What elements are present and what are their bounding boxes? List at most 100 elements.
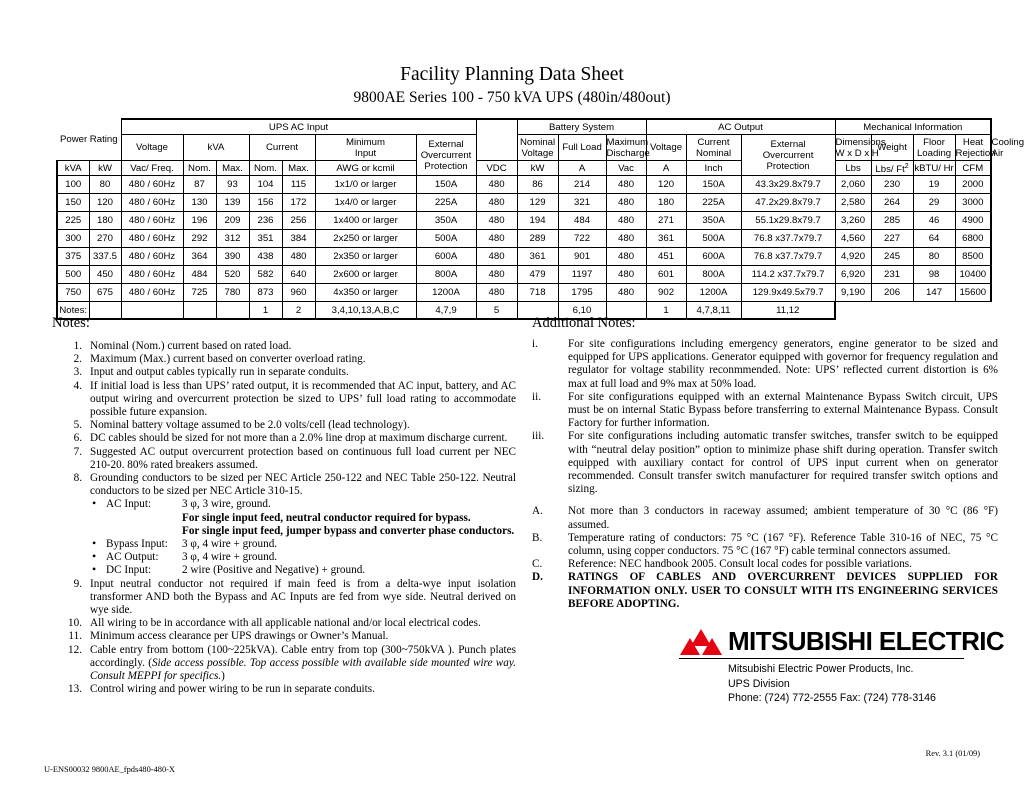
cell-kva-max: 312: [215, 229, 250, 249]
notes-row-kva-max: [215, 301, 250, 321]
assumption-text: Temperature rating of conductors: 75 °C …: [568, 531, 998, 558]
logo-wordmark: MITSUBISHI ELECTRIC: [728, 626, 1005, 656]
cell-ext-oc-out: 150A: [685, 175, 742, 195]
subheader-voltage-out: Voltage: [645, 134, 687, 161]
subheader-current-nominal: Current Nominal: [685, 134, 742, 161]
note-marker: 1.: [73, 340, 82, 352]
note-text: Input neutral conductor not required if …: [90, 577, 516, 617]
cell-cfm: 3000: [954, 193, 993, 213]
table-notes-row: Notes: 1 2 3,4,10,13,A,B,C 4,7,9 5 6,10 …: [56, 301, 991, 321]
header-ext-oc-in: [475, 118, 518, 161]
cell-bat-kw: 361: [516, 247, 559, 267]
note-item: 10. All wiring to be in accordance with a…: [52, 617, 516, 630]
assumption-marker: A.: [532, 505, 543, 518]
cell-bat-kw: 289: [516, 229, 559, 249]
cell-kva-max: 390: [215, 247, 250, 267]
cell-bat-a: 1795: [557, 283, 607, 303]
cell-kw: 450: [88, 265, 122, 285]
cell-out-a: 361: [645, 229, 687, 249]
bullet-value: 2 wire (Positive and Negative) + ground.: [182, 564, 366, 577]
unit-awg: AWG or kcmil: [314, 159, 417, 177]
note-item: 6. DC cables should be sized for not more…: [52, 432, 516, 445]
cell-awg: 1x400 or larger: [314, 211, 417, 231]
note-text: Nominal battery voltage assumed to be 2.…: [90, 419, 410, 432]
unit-bat-a: A: [557, 159, 607, 177]
cell-kva: 225: [56, 211, 90, 231]
cell-bat-kw: 194: [516, 211, 559, 231]
unit-inch: Inch: [685, 159, 742, 177]
notes-row-vdc: 5: [475, 301, 518, 321]
note-item: 9. Input neutral conductor not required i…: [52, 578, 516, 618]
cell-cfm: 8500: [954, 247, 993, 267]
cell-bat-kw: 718: [516, 283, 559, 303]
bullet-bold-note: For single input feed, jumper bypass and…: [182, 524, 515, 537]
cell-bat-a: 901: [557, 247, 607, 267]
cell-vac-freq: 480 / 60Hz: [120, 265, 184, 285]
unit-kva-nom: Nom.: [182, 159, 217, 177]
unit-kva: kVA: [56, 159, 90, 177]
bullet-item: • AC Input: 3 φ, 3 wire, ground.: [90, 497, 516, 511]
notes-list-left: 1. Nominal (Nom.) current based on rated …: [52, 340, 516, 696]
cell-kva: 500: [56, 265, 90, 285]
cell-vac-freq: 480 / 60Hz: [120, 247, 184, 267]
note-marker: 7.: [73, 445, 82, 458]
cell-kw: 270: [88, 229, 122, 249]
bullet-item: • Bypass Input: 3 φ, 4 wire + ground.: [90, 536, 516, 551]
logo-address-block: Mitsubishi Electric Power Products, Inc.…: [679, 662, 969, 706]
page-title: Facility Planning Data Sheet: [400, 64, 624, 85]
cell-dim: 47.2x29.8x79.7: [740, 193, 836, 213]
unit-out-a: A: [645, 159, 687, 177]
bullet-label: Bypass Input:: [106, 538, 168, 551]
note-marker: 13.: [68, 683, 82, 696]
cell-out-vac: 480: [605, 247, 647, 267]
table-group-header-row: Power Rating UPS AC Input Battery System…: [57, 118, 993, 161]
cell-kva-nom: 87: [182, 175, 217, 195]
subheader-external-overcurrent-out: External Overcurrent Protection: [740, 133, 836, 177]
cell-ext-oc-in: 1200A: [415, 283, 477, 303]
cell-vdc: 480: [475, 265, 518, 285]
subheader-nominal-voltage: Nominal Voltage: [516, 134, 559, 161]
cell-vac-freq: 480 / 60Hz: [120, 175, 184, 195]
cell-bat-a: 484: [557, 211, 607, 231]
cell-ext-oc-out: 350A: [685, 211, 742, 231]
subheader-heat-rejection: Heat Rejection: [954, 134, 996, 161]
cell-vdc: 480: [475, 211, 518, 231]
table-row: 750 675 480 / 60Hz 725 780 873 960 4x350 or lar…: [56, 283, 993, 303]
note-marker: 5.: [73, 419, 82, 432]
note-marker: 2.: [73, 353, 82, 366]
table-units-row: kVA kW Vac/ Freq. Nom. Max. Nom. Max. AW…: [56, 159, 993, 177]
note-item: 5. Nominal battery voltage assumed to be …: [52, 419, 516, 432]
note-item: 4. If initial load is less than UPS’ rate…: [52, 380, 516, 420]
note-text: Maximum (Max.) current based on converte…: [90, 353, 366, 366]
cell-ext-oc-in: 350A: [415, 211, 477, 231]
cell-weight: 3,260: [834, 211, 872, 231]
notes-spacer: [532, 496, 998, 505]
cell-dim: 43.3x29.8x79.7: [740, 175, 836, 195]
notes-row-kw: [88, 301, 122, 321]
cell-kva: 100: [56, 175, 90, 195]
cell-ext-oc-out: 1200A: [685, 283, 742, 303]
notes-row-ext-oc-in: 4,7,9: [415, 301, 477, 321]
cell-ext-oc-out: 800A: [685, 265, 742, 285]
notes-row-kva-nom: [182, 301, 217, 321]
cell-cur-nom: 236: [248, 211, 283, 231]
numbered-notes-list: 1. Nominal (Nom.) current based on rated …: [52, 340, 516, 696]
assumption-text: Reference: NEC handbook 2005. Consult lo…: [568, 558, 912, 571]
cell-ext-oc-in: 600A: [415, 247, 477, 267]
header-mechanical-information: Mechanical Information: [834, 118, 993, 135]
notes-row-ext-oc-out: 4,7,8,11: [685, 301, 742, 321]
bullet-label: AC Output:: [106, 551, 159, 564]
additional-note-marker: ii.: [532, 390, 542, 403]
cell-kva: 375: [56, 247, 90, 267]
cell-floor: 206: [870, 283, 914, 303]
cell-cur-max: 480: [281, 247, 316, 267]
notes-row-blank-floor: [871, 302, 913, 320]
cell-floor: 227: [870, 229, 914, 249]
cell-cfm: 10400: [954, 265, 993, 285]
cell-out-a: 271: [645, 211, 687, 231]
revision-label: Rev. 3.1 (01/09): [925, 749, 980, 758]
note-item: 7. Suggested AC output overcurrent protec…: [52, 446, 516, 472]
cell-vac-freq: 480 / 60Hz: [120, 193, 184, 213]
note-marker: 4.: [73, 379, 82, 392]
cell-kva-nom: 292: [182, 229, 217, 249]
